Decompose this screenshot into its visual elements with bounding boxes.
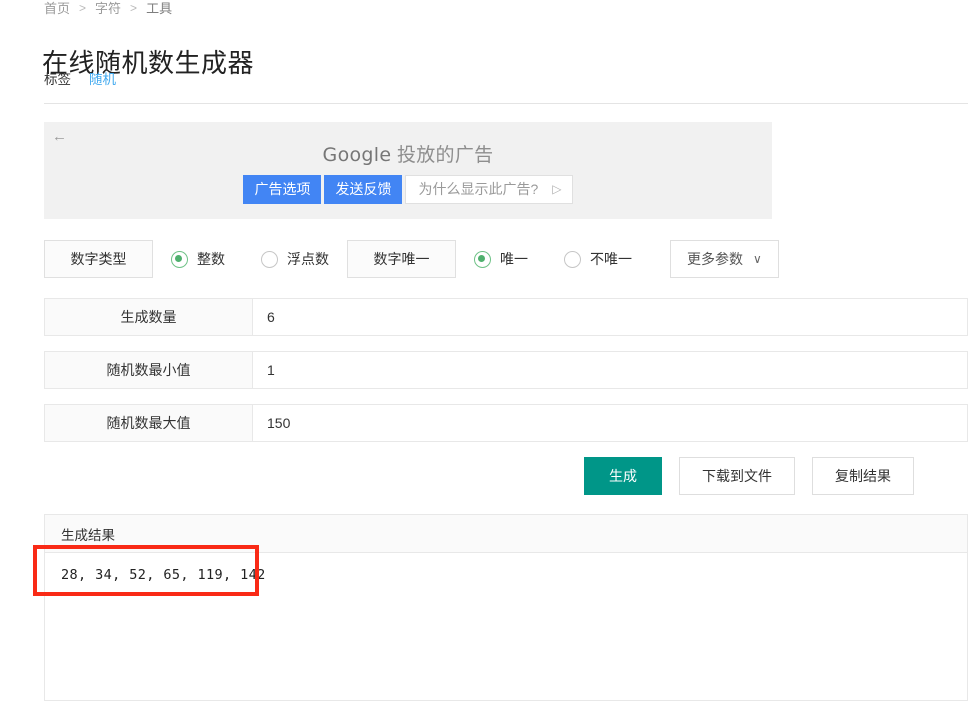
play-triangle-icon: ▷	[552, 182, 562, 196]
field-label-count: 生成数量	[45, 299, 253, 335]
page-root: 首页 > 字符 > 工具 在线随机数生成器 标签 随机 ← Google 投放的…	[0, 0, 968, 714]
field-input-count[interactable]: 6	[253, 299, 967, 335]
field-input-min[interactable]: 1	[253, 352, 967, 388]
radio-float-icon[interactable]	[261, 250, 278, 268]
radio-not-unique[interactable]: 不唯一	[564, 249, 632, 269]
ad-why-this-ad-button[interactable]: 为什么显示此广告? ▷	[405, 175, 573, 204]
options-toolbar: 数字类型 整数 浮点数 数字唯一 唯一 不唯一 更多参数 ∨	[44, 240, 779, 278]
google-ad-block: ← Google 投放的广告 广告选项 发送反馈 为什么显示此广告? ▷	[44, 122, 772, 219]
breadcrumb: 首页 > 字符 > 工具	[44, 0, 172, 17]
breadcrumb-item-tools[interactable]: 工具	[146, 0, 172, 17]
radio-unique[interactable]: 唯一	[474, 249, 528, 269]
result-output-text[interactable]: 28, 34, 52, 65, 119, 142	[45, 553, 967, 583]
ad-button-group: 广告选项 发送反馈 为什么显示此广告? ▷	[44, 175, 772, 204]
breadcrumb-separator-icon: >	[130, 0, 138, 15]
field-label-max: 随机数最大值	[45, 405, 253, 441]
ad-why-label: 为什么显示此广告?	[418, 181, 539, 197]
field-row-max: 随机数最大值 150	[44, 404, 968, 442]
radio-integer[interactable]: 整数	[171, 249, 225, 269]
action-button-group: 生成 下载到文件 复制结果	[584, 457, 914, 495]
number-type-label: 数字类型	[44, 240, 153, 278]
field-row-count: 生成数量 6	[44, 298, 968, 336]
generate-button[interactable]: 生成	[584, 457, 662, 495]
header-divider	[44, 103, 968, 104]
more-params-button[interactable]: 更多参数 ∨	[670, 240, 779, 278]
field-label-min: 随机数最小值	[45, 352, 253, 388]
radio-float-label: 浮点数	[287, 251, 329, 267]
breadcrumb-item-characters[interactable]: 字符	[95, 0, 121, 17]
more-params-label: 更多参数	[687, 251, 743, 267]
tag-link-random[interactable]: 随机	[89, 68, 116, 88]
radio-not-unique-icon[interactable]	[564, 250, 581, 268]
ad-feedback-button[interactable]: 发送反馈	[324, 175, 403, 204]
ad-options-button[interactable]: 广告选项	[243, 175, 322, 204]
ad-headline: Google 投放的广告	[44, 140, 772, 167]
radio-unique-label: 唯一	[500, 251, 528, 267]
tag-label: 标签	[44, 72, 71, 87]
tag-row: 标签 随机	[44, 68, 116, 88]
field-row-min: 随机数最小值 1	[44, 351, 968, 389]
radio-not-unique-label: 不唯一	[590, 251, 632, 267]
google-logo-text: Google	[322, 144, 392, 166]
copy-result-button[interactable]: 复制结果	[812, 457, 914, 495]
result-panel: 生成结果 28, 34, 52, 65, 119, 142	[44, 514, 968, 701]
radio-unique-icon[interactable]	[474, 250, 491, 268]
field-input-max[interactable]: 150	[253, 405, 967, 441]
radio-integer-icon[interactable]	[171, 250, 188, 268]
ad-headline-suffix: 投放的广告	[391, 145, 494, 166]
chevron-down-icon: ∨	[753, 252, 762, 266]
download-file-button[interactable]: 下载到文件	[679, 457, 795, 495]
result-panel-header: 生成结果	[45, 515, 967, 553]
breadcrumb-separator-icon: >	[79, 0, 87, 15]
breadcrumb-item-home[interactable]: 首页	[44, 0, 70, 17]
radio-integer-label: 整数	[197, 251, 225, 267]
unique-label: 数字唯一	[347, 240, 456, 278]
radio-float[interactable]: 浮点数	[261, 249, 329, 269]
